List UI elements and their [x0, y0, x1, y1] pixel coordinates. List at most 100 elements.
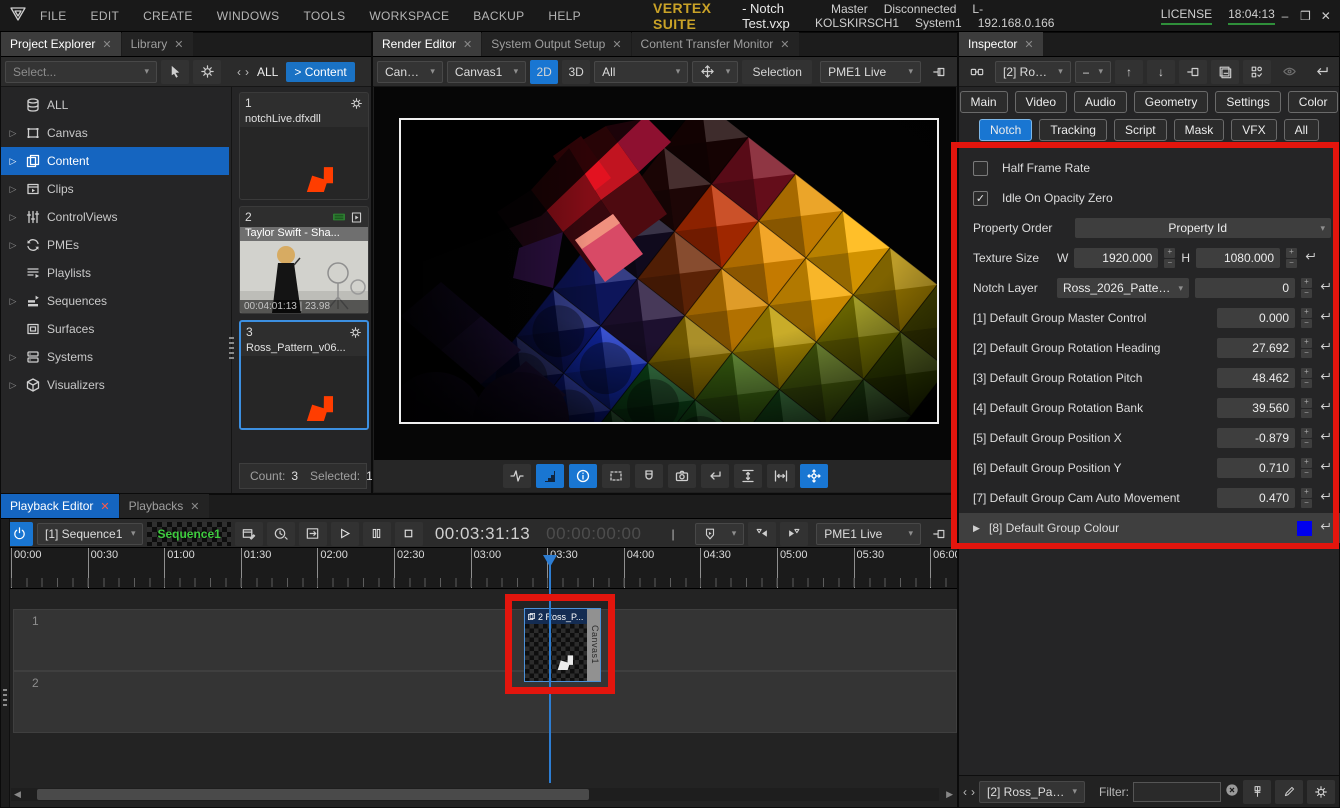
selection-button[interactable]: Selection	[742, 60, 812, 84]
reset-view-icon[interactable]	[701, 464, 729, 488]
tree-item-sequences[interactable]: ▷ Sequences	[1, 287, 231, 315]
pin-icon[interactable]	[1243, 780, 1271, 804]
timeline-track-2[interactable]: 2	[13, 671, 957, 733]
render-viewport[interactable]	[374, 87, 956, 460]
sub-object-dropdown[interactable]: –▾	[1075, 61, 1111, 83]
tree-item-systems[interactable]: ▷ Systems	[1, 343, 231, 371]
property-value-field[interactable]: 0.710	[1217, 458, 1295, 478]
play-button[interactable]	[331, 522, 359, 546]
reset-icon[interactable]	[1318, 401, 1331, 415]
marquee-icon[interactable]	[602, 464, 630, 488]
previous-cue-icon[interactable]	[748, 522, 776, 546]
sequence-dropdown[interactable]: [1] Sequence1▾	[37, 523, 143, 545]
subcategory-button[interactable]: Notch	[979, 119, 1032, 141]
spinner[interactable]: +−	[1301, 428, 1312, 448]
pixel-grid-icon[interactable]	[536, 464, 564, 488]
texture-height-field[interactable]: 1080.000	[1196, 248, 1280, 268]
timecode-clock-icon[interactable]	[267, 522, 295, 546]
tab-render-editor[interactable]: Render Editor✕	[373, 32, 481, 56]
category-button[interactable]: Main	[960, 91, 1008, 113]
pause-button[interactable]	[363, 522, 391, 546]
active-sequence-field[interactable]: Sequence1	[147, 522, 230, 546]
tab-content-transfer-monitor[interactable]: Content Transfer Monitor✕	[632, 32, 799, 56]
category-button[interactable]: Color	[1288, 91, 1339, 113]
magnet-icon[interactable]	[635, 464, 663, 488]
spinner[interactable]: +−	[1301, 338, 1312, 358]
edit-icon[interactable]	[1275, 780, 1303, 804]
next-object-icon[interactable]: ›	[971, 785, 975, 799]
panel-edge-handle[interactable]	[1, 519, 10, 807]
maximize-button[interactable]: ❒	[1295, 9, 1315, 23]
reset-icon[interactable]	[1318, 311, 1331, 325]
reset-icon[interactable]	[1318, 371, 1331, 385]
fit-vertical-icon[interactable]	[734, 464, 762, 488]
content-card-ross-pattern[interactable]: 3 Ross_Pattern_v06...	[239, 320, 369, 430]
pin-icon[interactable]	[1179, 60, 1207, 84]
notch-layer-dropdown[interactable]: Ross_2026_Pattern_v0▾	[1057, 278, 1189, 298]
tree-item-controlviews[interactable]: ▷ ControlViews	[1, 203, 231, 231]
idle-on-opacity-zero-checkbox[interactable]: ✓	[973, 191, 988, 206]
menu-item[interactable]: WINDOWS	[217, 9, 280, 23]
timeline-hscrollbar[interactable]: ◀	[11, 788, 939, 801]
close-button[interactable]: ✕	[1316, 9, 1336, 23]
clear-filter-icon[interactable]	[1225, 783, 1239, 800]
arrow-down-icon[interactable]: ↓	[1147, 60, 1175, 84]
link-icon[interactable]	[963, 60, 991, 84]
scroll-right-icon[interactable]: ▶	[946, 789, 953, 800]
pan-tool-icon[interactable]	[800, 464, 828, 488]
spinner[interactable]: +−	[1301, 398, 1312, 418]
subcategory-button[interactable]: All	[1284, 119, 1319, 141]
select-dropdown[interactable]: Select...▾	[5, 61, 157, 83]
checklist-icon[interactable]	[1243, 60, 1271, 84]
cue-marker-dropdown[interactable]: ▾	[695, 523, 745, 545]
tab-library[interactable]: Library✕	[122, 32, 193, 56]
tab-project-explorer[interactable]: Project Explorer✕	[1, 32, 121, 56]
tree-item-clips[interactable]: ▷ Clips	[1, 175, 231, 203]
pin-icon[interactable]	[925, 522, 953, 546]
tree-item-surfaces[interactable]: Surfaces	[1, 315, 231, 343]
canvas1-dropdown[interactable]: Canvas1▾	[447, 61, 526, 83]
property-value-field[interactable]: 0.470	[1217, 488, 1295, 508]
reset-icon[interactable]	[1318, 521, 1331, 535]
mode-2d-button[interactable]: 2D	[530, 60, 558, 84]
subcategory-button[interactable]: Mask	[1174, 119, 1225, 141]
property-value-field[interactable]: 27.692	[1217, 338, 1295, 358]
waveform-icon[interactable]	[503, 464, 531, 488]
transform-dropdown[interactable]: ▾	[692, 61, 738, 83]
timeline-clip-ross-pattern[interactable]: 2 Ross_P... Canvas1	[524, 608, 601, 682]
tree-item-all[interactable]: ALL	[1, 91, 231, 119]
nav-back-icon[interactable]: ‹	[237, 65, 241, 79]
snapshot-icon[interactable]	[668, 464, 696, 488]
colour-swatch[interactable]	[1297, 521, 1312, 536]
license-link[interactable]: LICENSE	[1161, 7, 1212, 25]
gear-icon[interactable]	[193, 60, 221, 84]
texture-width-field[interactable]: 1920.000	[1074, 248, 1158, 268]
nav-forward-icon[interactable]: ›	[245, 65, 249, 79]
tab-system-output-setup[interactable]: System Output Setup✕	[482, 32, 630, 56]
tree-item-canvas[interactable]: ▷ Canvas	[1, 119, 231, 147]
property-order-dropdown[interactable]: Property Id▾	[1075, 218, 1331, 238]
prev-object-icon[interactable]: ‹	[963, 785, 967, 799]
tree-item-playlists[interactable]: Playlists	[1, 259, 231, 287]
reset-icon[interactable]	[1318, 281, 1331, 295]
arrow-up-icon[interactable]: ↑	[1115, 60, 1143, 84]
menu-item[interactable]: HELP	[548, 9, 581, 23]
reset-icon[interactable]	[1318, 431, 1331, 445]
canvas-dropdown[interactable]: Canvas▾	[377, 61, 443, 83]
filter-dropdown[interactable]: All▾	[594, 61, 688, 83]
stop-button[interactable]	[395, 522, 423, 546]
edit-sequence-icon[interactable]	[235, 522, 263, 546]
menu-item[interactable]: EDIT	[91, 9, 120, 23]
half-frame-rate-checkbox[interactable]	[973, 161, 988, 176]
menu-item[interactable]: BACKUP	[473, 9, 524, 23]
category-button[interactable]: Video	[1015, 91, 1067, 113]
content-card-video[interactable]: 2 Taylor Swift - Sha... 0	[239, 206, 369, 314]
gear-icon[interactable]	[1307, 780, 1335, 804]
subcategory-button[interactable]: Script	[1114, 119, 1167, 141]
category-button[interactable]: Settings	[1215, 91, 1280, 113]
property-value-field[interactable]: 48.462	[1217, 368, 1295, 388]
tab-playbacks[interactable]: Playbacks✕	[120, 494, 209, 518]
minimize-button[interactable]: –	[1275, 9, 1295, 23]
property-value-field[interactable]: 0.000	[1217, 308, 1295, 328]
menu-item[interactable]: TOOLS	[303, 9, 345, 23]
